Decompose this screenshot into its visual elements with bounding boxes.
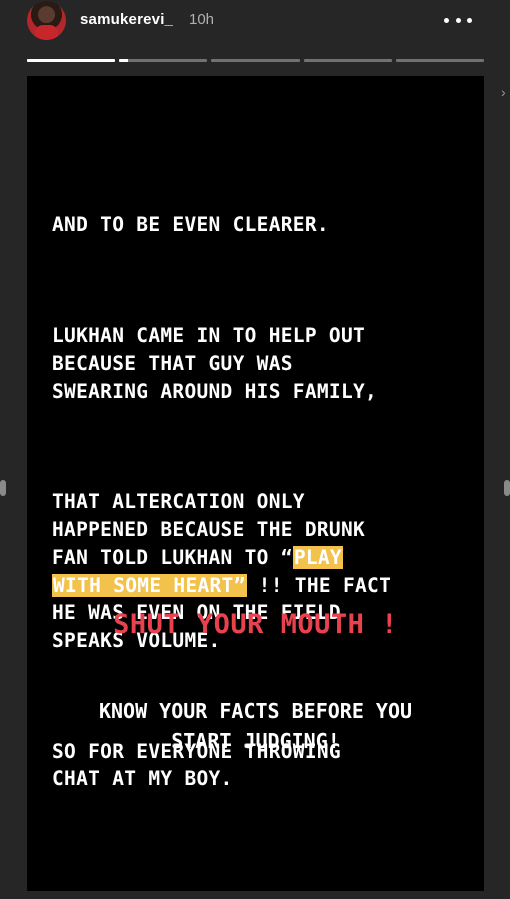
progress-segment — [211, 59, 300, 62]
story-card[interactable]: AND TO BE EVEN CLEARER. LUKHAN CAME IN T… — [27, 76, 484, 891]
story-header: samukerevi_ 10h — [0, 0, 510, 50]
progress-fill — [27, 59, 116, 62]
shout-text: SHUT YOUR MOUTH ! — [113, 609, 398, 640]
highlighted-quote: WITH SOME HEART” — [52, 573, 247, 597]
closing-text: KNOW YOUR FACTS BEFORE YOU START JUDGING… — [27, 696, 484, 756]
story-line: AND TO BE EVEN CLEARER. — [52, 213, 329, 237]
closing-line: START JUDGING! — [171, 729, 340, 753]
highlighted-quote: PLAY — [292, 545, 343, 569]
username[interactable]: samukerevi_ — [80, 11, 173, 28]
dot-icon — [467, 17, 472, 23]
story-progress-bar — [27, 59, 485, 62]
previous-story-handle[interactable] — [0, 480, 6, 496]
progress-segment — [395, 59, 485, 62]
close-hint-icon: › — [501, 84, 506, 100]
closing-line: KNOW YOUR FACTS BEFORE YOU — [98, 699, 413, 723]
next-story-handle[interactable] — [504, 480, 510, 496]
dot-icon — [455, 17, 461, 23]
progress-segment — [27, 59, 116, 62]
progress-segment — [303, 59, 392, 62]
profile-avatar[interactable] — [27, 1, 66, 40]
story-line: LUKHAN CAME IN TO HELP OUT — [52, 324, 366, 348]
story-line: FAN TOLD LUKHAN TO “ — [52, 545, 293, 569]
progress-fill — [119, 59, 129, 62]
story-text: AND TO BE EVEN CLEARER. LUKHAN CAME IN T… — [52, 156, 472, 876]
paragraph-1: AND TO BE EVEN CLEARER. — [52, 211, 472, 239]
story-line: THAT ALTERCATION ONLY — [52, 490, 305, 514]
story-line: CHAT AT MY BOY. — [52, 767, 233, 791]
progress-segment — [119, 59, 208, 62]
story-line: BECAUSE THAT GUY WAS — [52, 351, 293, 375]
story-line: HAPPENED BECAUSE THE DRUNK — [52, 518, 366, 542]
paragraph-2: LUKHAN CAME IN TO HELP OUT BECAUSE THAT … — [52, 322, 472, 405]
story-line: SWEARING AROUND HIS FAMILY, — [52, 379, 378, 403]
dot-icon — [444, 17, 449, 23]
post-time: 10h — [189, 11, 215, 28]
story-line: !! THE FACT — [246, 573, 392, 597]
more-options-icon[interactable] — [444, 15, 472, 25]
